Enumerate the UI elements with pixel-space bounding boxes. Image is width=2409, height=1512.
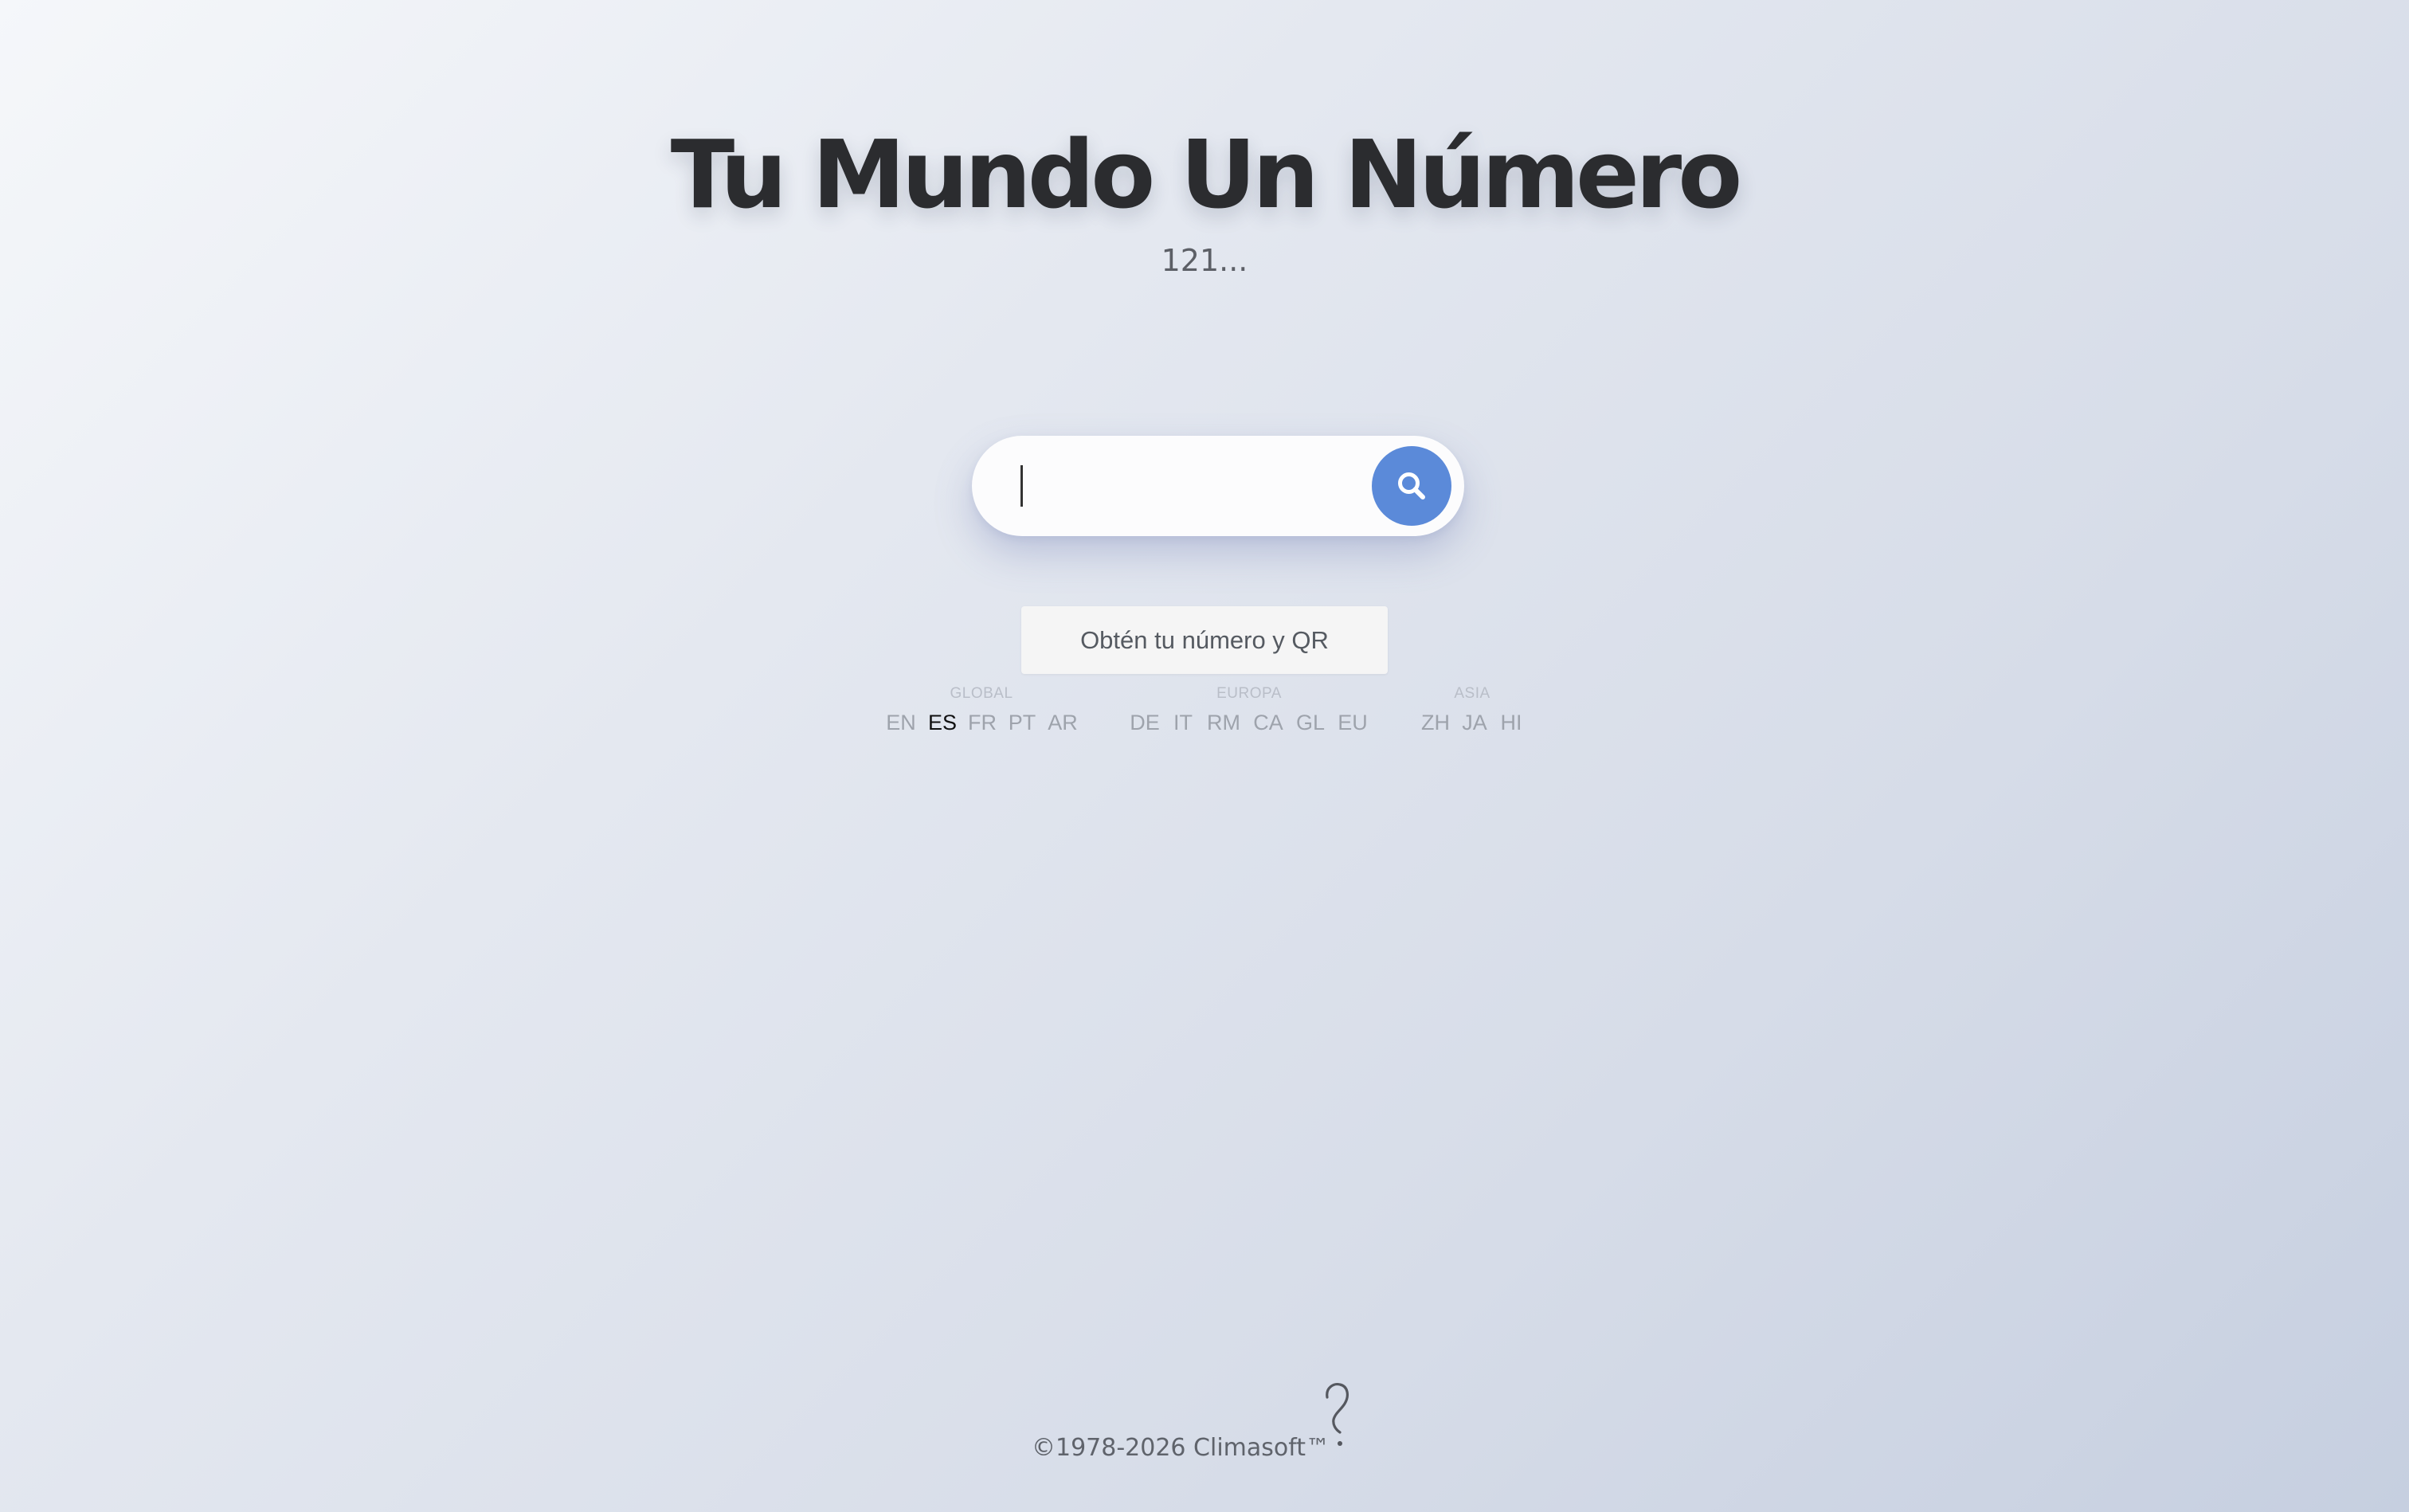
question-mark-icon[interactable] (1316, 1380, 1362, 1451)
lang-link-ca[interactable]: CA (1253, 711, 1283, 735)
lang-link-gl[interactable]: GL (1296, 711, 1325, 735)
footer-copyright: ©1978-2026 Climasoft™ (1032, 1434, 1330, 1462)
lang-link-eu[interactable]: EU (1338, 711, 1368, 735)
lang-link-es[interactable]: ES (928, 711, 957, 735)
search-icon (1398, 472, 1425, 499)
search-button[interactable] (1372, 446, 1451, 526)
lang-group-label-europa: EUROPA (1216, 685, 1282, 702)
lang-link-it[interactable]: IT (1173, 711, 1193, 735)
search-input[interactable] (1016, 458, 1354, 515)
get-number-qr-button[interactable]: Obtén tu número y QR (1021, 606, 1388, 674)
lang-link-en[interactable]: EN (886, 711, 916, 735)
lang-link-rm[interactable]: RM (1207, 711, 1240, 735)
lang-link-fr[interactable]: FR (968, 711, 997, 735)
page-subtitle: 121... (1161, 243, 1248, 278)
lang-link-zh[interactable]: ZH (1421, 711, 1450, 735)
lang-group-label-global: GLOBAL (950, 685, 1013, 702)
page-title: Tu Mundo Un Número (670, 119, 1743, 229)
lang-group-label-asia: ASIA (1454, 685, 1490, 702)
lang-link-ar[interactable]: AR (1048, 711, 1078, 735)
text-caret (1020, 465, 1023, 507)
search-bar (972, 436, 1464, 536)
lang-link-de[interactable]: DE (1130, 711, 1160, 735)
lang-link-hi[interactable]: HI (1501, 711, 1522, 735)
lang-link-pt[interactable]: PT (1009, 711, 1036, 735)
page: Tu Mundo Un Número 121... Obtén tu númer… (0, 0, 2409, 1512)
lang-link-ja[interactable]: JA (1462, 711, 1487, 735)
